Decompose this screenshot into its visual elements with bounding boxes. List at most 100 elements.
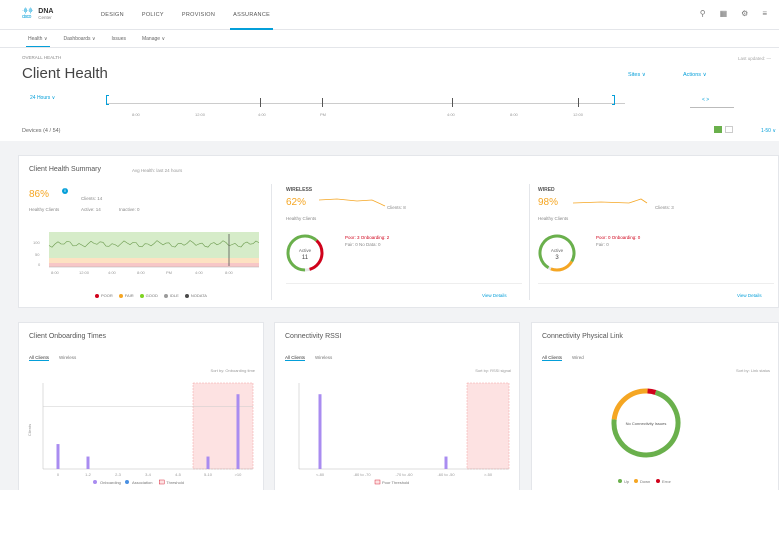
legend-item-nodata[interactable]: NODATA xyxy=(184,293,207,298)
range-start-handle[interactable] xyxy=(106,95,109,105)
grid-icon[interactable]: ▦ xyxy=(720,9,728,18)
y-tick: 100 xyxy=(33,240,40,245)
wired-donut[interactable]: Active 3 xyxy=(535,231,579,275)
onboarding-bar-chart[interactable]: 0 1-2 2-3 3-4 4-5 5-10 >10 Clients Onboarding Ass… xyxy=(27,375,257,487)
gear-icon[interactable]: ⚙ xyxy=(741,9,748,18)
cisco-dna-logo[interactable]: ·ı|ı·ı|ı· cisco DNA Center xyxy=(22,8,53,20)
subnav-issues[interactable]: Issues xyxy=(104,30,134,47)
donut-slice xyxy=(647,388,657,395)
physical-link-donut-chart[interactable]: No Connectivity Issues Up Down Error xyxy=(540,375,772,487)
x-tick: PM xyxy=(166,270,172,275)
card-title: Client Onboarding Times xyxy=(29,333,107,340)
nav-provision[interactable]: PROVISION xyxy=(173,0,224,30)
threshold-region xyxy=(192,382,254,470)
timeline-label: 12:00 xyxy=(195,112,206,117)
tab-all-clients[interactable]: All Clients xyxy=(542,355,563,361)
x-tick-label: 1-2 xyxy=(85,472,92,477)
rssi-bar-chart[interactable]: <-80 -80 to -70 -70 to -60 -60 to -50 >-50 Po… xyxy=(283,375,513,487)
legend-label: Error xyxy=(662,479,672,484)
mini-range-control[interactable]: < > xyxy=(702,97,709,103)
donut-caption: Active xyxy=(551,248,564,253)
divider xyxy=(529,184,530,300)
donut-center-text: No Connectivity Issues xyxy=(626,421,667,426)
wireless-health-label: Healthy Clients xyxy=(286,216,317,221)
time-range-slider[interactable]: 24 Hours ∨ 8:00 12:00 4:00 PM 4:00 8:00 … xyxy=(20,90,760,122)
legend-swatch xyxy=(118,293,123,298)
donut-count: 3 xyxy=(555,255,559,261)
wired-count: Clients: 3 xyxy=(655,205,674,210)
wireless-donut[interactable]: Active 11 xyxy=(283,231,327,275)
menu-icon[interactable]: ≡ xyxy=(762,9,767,18)
donut-slice xyxy=(611,388,648,420)
overall-health-trend-chart[interactable]: 100 50 0 8:00 12:00 4:00 8:00 PM 4:00 8:… xyxy=(29,220,261,278)
client-health-summary-card: Client Health Summary Avg Health: last 2… xyxy=(18,155,779,308)
wired-label: WIRED xyxy=(538,187,555,193)
sites-button[interactable]: Sites ∨ xyxy=(628,72,646,78)
actions-button[interactable]: Actions ∨ xyxy=(683,72,707,78)
summary-title: Client Health Summary xyxy=(29,166,101,173)
legend-swatch xyxy=(163,293,168,298)
legend-label: POOR xyxy=(101,293,113,298)
bar xyxy=(444,456,448,469)
nav-assurance[interactable]: ASSURANCE xyxy=(224,0,279,30)
range-end-handle[interactable] xyxy=(612,95,615,105)
legend-swatch xyxy=(125,480,129,484)
x-tick-label: 0 xyxy=(57,472,60,477)
legend-item-fair[interactable]: FAIR xyxy=(118,293,134,298)
card-title: Connectivity Physical Link xyxy=(542,333,623,340)
timeline-tick xyxy=(322,98,323,107)
tab-all-clients[interactable]: All Clients xyxy=(29,355,50,361)
tab-wireless[interactable]: Wireless xyxy=(59,355,76,361)
subnav-health[interactable]: Health ∨ xyxy=(20,30,56,47)
tab-all-clients[interactable]: All Clients xyxy=(285,355,306,361)
donut-count: 11 xyxy=(302,255,309,261)
wired-health-label: Healthy Clients xyxy=(538,216,569,221)
legend-swatch xyxy=(634,479,638,483)
tab-wired[interactable]: Wired xyxy=(572,355,584,361)
wired-detail-2: Fair: 0 xyxy=(596,242,609,247)
timeline-label: 8:00 xyxy=(132,112,140,117)
legend-item-idle[interactable]: IDLE xyxy=(163,293,179,298)
donut-fair-arc xyxy=(538,234,576,272)
y-tick: 0 xyxy=(38,262,41,267)
chart-sort-note[interactable]: Sort by: Link status xyxy=(736,368,770,373)
subnav-manage[interactable]: Manage ∨ xyxy=(134,30,173,47)
last-updated-text: Last updated: — xyxy=(737,56,771,61)
nav-policy[interactable]: POLICY xyxy=(133,0,173,30)
grid-view-button[interactable] xyxy=(714,126,722,133)
x-tick-label: -60 to -50 xyxy=(437,472,455,477)
legend-item-poor[interactable]: POOR xyxy=(95,293,113,298)
legend-label: FAIR xyxy=(124,293,134,298)
wireless-label: WIRELESS xyxy=(286,187,313,193)
wired-view-details-link[interactable]: View Details xyxy=(737,293,762,298)
chart-sort-note[interactable]: Sort by: Onboarding time xyxy=(211,368,255,373)
x-tick: 8:00 xyxy=(51,270,60,275)
donut-caption: Active xyxy=(299,248,312,253)
legend-item-good[interactable]: GOOD xyxy=(139,293,158,298)
search-icon[interactable]: ⚲ xyxy=(700,9,706,18)
legend-swatch xyxy=(656,479,660,483)
overall-inactive: Inactive: 0 xyxy=(119,207,140,212)
legend-swatch xyxy=(184,293,189,298)
poor-band xyxy=(49,263,259,267)
subnav-dashboards[interactable]: Dashboards ∨ xyxy=(56,30,104,47)
wireless-view-details-link[interactable]: View Details xyxy=(482,293,507,298)
legend-swatch xyxy=(95,293,99,298)
page-header: OVERALL HEALTH Client Health Last update… xyxy=(0,48,779,141)
top-navigation: ·ı|ı·ı|ı· cisco DNA Center DESIGN POLICY… xyxy=(0,0,779,30)
overall-legend: POOR FAIR GOOD IDLE NODATA xyxy=(95,293,207,298)
bar xyxy=(206,456,210,469)
center-wordmark: Center xyxy=(38,15,52,20)
x-tick-label: 4-5 xyxy=(175,472,182,477)
breadcrumb[interactable]: OVERALL HEALTH xyxy=(22,55,61,60)
list-view-button[interactable] xyxy=(725,126,733,133)
x-tick-label: >10 xyxy=(235,472,243,477)
info-icon[interactable]: i xyxy=(62,188,68,194)
wireless-trend xyxy=(318,198,386,207)
tab-wireless[interactable]: Wireless xyxy=(315,355,332,361)
time-range-dropdown[interactable]: 24 Hours ∨ xyxy=(30,95,55,101)
pagination-dropdown[interactable]: 1-50 ∨ xyxy=(761,128,776,134)
chart-sort-note[interactable]: Sort by: RSSI signal xyxy=(475,368,511,373)
overall-health-pct: 86% xyxy=(29,189,50,200)
nav-design[interactable]: DESIGN xyxy=(92,0,133,30)
